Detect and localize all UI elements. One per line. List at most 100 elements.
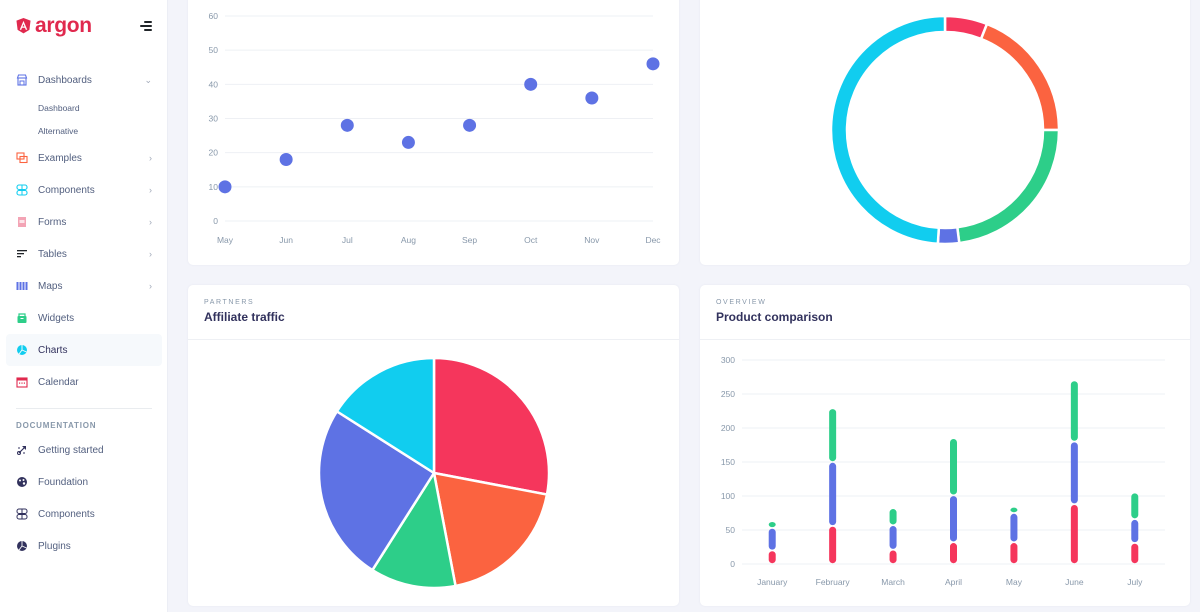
x-tick-label: Nov (584, 235, 600, 245)
sidebar-item-label: Widgets (38, 312, 75, 324)
affiliate-pie-chart (317, 356, 551, 590)
bar-segment (1010, 507, 1018, 513)
bar-segment (829, 462, 837, 526)
bar-segment (889, 509, 897, 525)
sidenav-toggle-button[interactable] (139, 20, 152, 32)
x-tick-label: April (945, 577, 962, 587)
x-tick-label: Jun (279, 235, 293, 245)
angular-logo-icon (16, 18, 31, 34)
sidebar-item-components[interactable]: Components › (0, 174, 168, 206)
ungroup-icon (16, 152, 28, 164)
sidebar-item-widgets[interactable]: Widgets (0, 302, 168, 334)
scatter-chart-card: 0 10 20 30 40 50 60 May Jun Jul Aug Sep Oct Nov Dec (188, 0, 679, 265)
bar-segment (1010, 513, 1018, 542)
x-tick-label: June (1065, 577, 1084, 587)
chevron-right-icon: › (149, 185, 152, 195)
shop-icon (16, 74, 28, 86)
doughnut-chart (829, 14, 1061, 246)
doughnut-chart-card (700, 0, 1190, 265)
y-tick-label: 200 (721, 423, 735, 433)
y-tick-label: 10 (209, 182, 219, 192)
y-tick-label: 0 (213, 216, 218, 226)
scatter-point (218, 180, 232, 194)
x-tick-label: July (1127, 577, 1143, 587)
brand-name: argon (35, 14, 92, 37)
doughnut-slice (979, 22, 1061, 132)
sidebar-item-label: Tables (38, 248, 67, 260)
y-tick-label: 0 (730, 559, 735, 569)
x-tick-label: March (881, 577, 905, 587)
x-tick-label: May (1006, 577, 1023, 587)
x-tick-label: January (757, 577, 788, 587)
sidebar-item-forms[interactable]: Forms › (0, 206, 168, 238)
pie-slice (432, 356, 551, 497)
bar-segment (1010, 543, 1018, 564)
sidebar-item-charts[interactable]: Charts (6, 334, 162, 366)
bar-segment (889, 526, 897, 549)
bar-segment (768, 551, 776, 564)
affiliate-traffic-card: PARTNERS Affiliate traffic (188, 285, 679, 606)
sidebar-item-getting-started[interactable]: Getting started (0, 434, 168, 466)
pie-chart-icon (16, 540, 28, 552)
y-tick-label: 40 (209, 79, 219, 89)
scatter-point (585, 91, 599, 105)
sidebar-item-maps[interactable]: Maps › (0, 270, 168, 302)
palette-icon (16, 476, 28, 488)
scatter-point (401, 135, 415, 149)
product-comparison-card: OVERVIEW Product comparison 0 50 100 150 200… (700, 285, 1190, 606)
sidebar-item-label: Components (38, 508, 95, 520)
brand[interactable]: argon (16, 14, 92, 38)
x-tick-label: February (816, 577, 851, 587)
pie-chart-icon (16, 344, 28, 356)
sidebar-item-label: Charts (38, 344, 68, 356)
sidebar-item-label: Dashboards (38, 74, 92, 86)
bar-segment (768, 528, 776, 550)
bar-segment (1070, 504, 1078, 564)
sidebar-item-plugins[interactable]: Plugins (0, 530, 168, 562)
sidebar-nav: Dashboards ⌄ Dashboard Alternative Examp… (0, 64, 168, 562)
bar-segment (950, 543, 957, 564)
x-tick-label: May (217, 235, 234, 245)
sidebar-item-dashboards[interactable]: Dashboards ⌄ (0, 64, 168, 96)
calendar-icon (16, 376, 28, 388)
y-tick-label: 20 (209, 148, 219, 158)
bar-segment (1131, 543, 1139, 564)
doughnut-slice (829, 14, 947, 246)
components-icon (16, 508, 28, 520)
bar-segment (768, 521, 776, 528)
y-tick-label: 50 (726, 525, 736, 535)
bar-segment (889, 550, 897, 564)
documentation-heading: DOCUMENTATION (16, 421, 97, 430)
bar-segment (1131, 493, 1139, 519)
y-tick-label: 150 (721, 457, 735, 467)
sidebar-subitem-alternative[interactable]: Alternative (0, 119, 168, 142)
sidebar-item-foundation[interactable]: Foundation (0, 466, 168, 498)
sidebar-subitem-dashboard[interactable]: Dashboard (0, 96, 168, 119)
sidebar-item-label: Foundation (38, 476, 89, 488)
scatter-point (646, 57, 660, 71)
spaceship-icon (16, 444, 28, 456)
product-comparison-bar-chart: 0 50 100 150 200 250 300 January February March Ap… (721, 355, 1165, 587)
scatter-chart: 0 10 20 30 40 50 60 May Jun Jul Aug Sep Oct Nov Dec (209, 11, 662, 245)
sidebar-item-calendar[interactable]: Calendar (0, 366, 168, 398)
x-tick-label: Sep (462, 235, 477, 245)
sidebar-item-doc-components[interactable]: Components (0, 498, 168, 530)
scatter-point (279, 153, 293, 166)
archive-icon (16, 312, 28, 324)
chevron-right-icon: › (149, 249, 152, 259)
sidebar-item-label: Calendar (38, 376, 79, 388)
chevron-right-icon: › (149, 217, 152, 227)
y-tick-label: 250 (721, 389, 735, 399)
align-left-icon (16, 248, 28, 260)
bar-segment (1131, 519, 1139, 543)
sidebar-item-tables[interactable]: Tables › (0, 238, 168, 270)
forms-icon (16, 216, 28, 228)
doughnut-slice (943, 14, 989, 41)
y-tick-label: 100 (721, 491, 735, 501)
sidebar-item-label: Maps (38, 280, 63, 292)
map-icon (16, 280, 28, 292)
sidebar-item-label: Components (38, 184, 95, 196)
bar-segment (950, 496, 957, 542)
sidebar-item-examples[interactable]: Examples › (0, 142, 168, 174)
scatter-point (340, 118, 354, 132)
